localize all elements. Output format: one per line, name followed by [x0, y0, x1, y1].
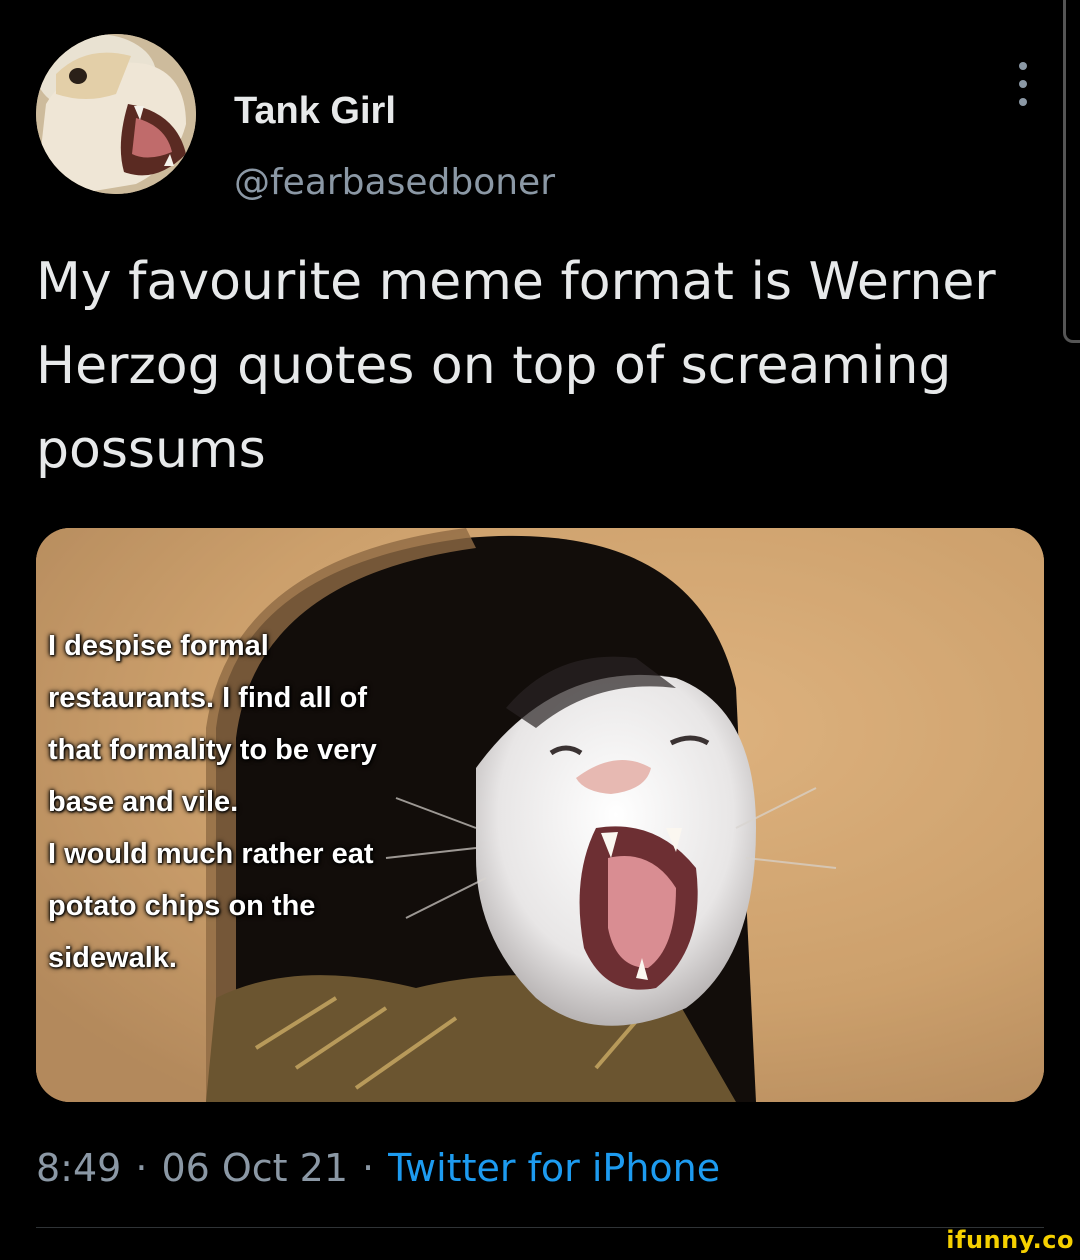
separator: ·: [362, 1146, 375, 1190]
quote-line: I would much rather eat: [48, 838, 374, 870]
quote-line: potato chips on the: [48, 890, 316, 922]
divider: [36, 1227, 1044, 1228]
quote-line: restaurants. I find all of: [48, 682, 368, 714]
separator: ·: [135, 1146, 148, 1190]
tweet-header: Tank Girl @fearbasedboner: [36, 34, 1046, 203]
dot: [1019, 98, 1027, 106]
avatar-dog-image: [36, 34, 196, 194]
scrollbar[interactable]: [1063, 0, 1080, 343]
tweet-time[interactable]: 8:49: [36, 1146, 121, 1190]
avatar[interactable]: [36, 34, 196, 194]
ifunny-watermark: ifunny.co: [946, 1226, 1074, 1254]
quote-line: sidewalk.: [48, 942, 177, 974]
tweet-source-link[interactable]: Twitter for iPhone: [388, 1146, 720, 1190]
quote-line: base and vile.: [48, 786, 239, 818]
more-vertical-icon[interactable]: [1008, 62, 1038, 106]
tweet-date[interactable]: 06 Oct 21: [161, 1146, 348, 1190]
tweet-text: My favourite meme format is Werner Herzo…: [36, 252, 996, 480]
author-handle[interactable]: @fearbasedboner: [234, 162, 555, 203]
dot: [1019, 80, 1027, 88]
tweet-media-image[interactable]: I despise formal restaurants. I find all…: [36, 528, 1044, 1102]
dot: [1019, 62, 1027, 70]
quote-line: that formality to be very: [48, 734, 377, 766]
meme-quote-text: I despise formal restaurants. I find all…: [48, 620, 518, 984]
tweet-metadata: 8:49 · 06 Oct 21 · Twitter for iPhone: [36, 1146, 720, 1190]
quote-line: I despise formal: [48, 630, 269, 662]
author-display-name[interactable]: Tank Girl: [234, 90, 396, 133]
